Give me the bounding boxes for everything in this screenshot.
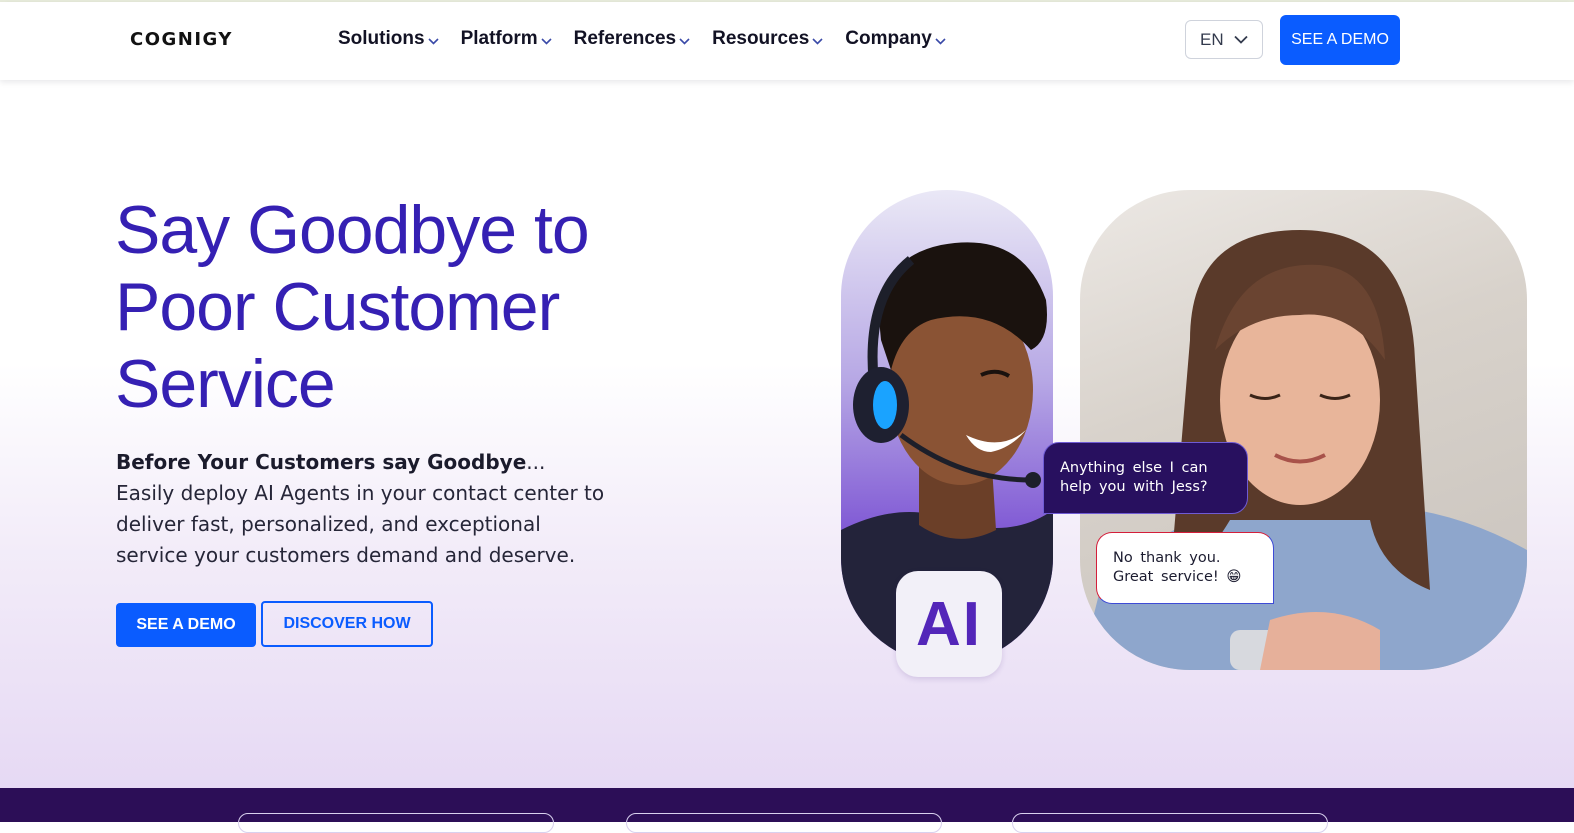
site-header: COGNIGY Solutions Platform References Re… [0, 2, 1574, 80]
hero-lead: Before Your Customers say Goodbye... Eas… [116, 447, 606, 571]
nav-label: Resources [712, 28, 810, 49]
chat-bubble-bot: Anything else I can help you with Jess? [1043, 442, 1248, 514]
nav-label: Company [845, 28, 932, 49]
chat-bubble-user: No thank you. Great service! 😁 [1096, 532, 1274, 604]
chevron-down-icon [679, 37, 690, 45]
main-nav: Solutions Platform References Resources … [338, 28, 968, 50]
discover-how-button[interactable]: DISCOVER HOW [261, 601, 433, 647]
nav-references[interactable]: References [574, 28, 690, 50]
see-demo-button[interactable]: SEE A DEMO [116, 603, 256, 647]
nav-company[interactable]: Company [845, 28, 946, 50]
chat-bot-line: help you with Jess? [1060, 479, 1208, 495]
nav-platform[interactable]: Platform [461, 28, 552, 50]
language-value: EN [1200, 29, 1224, 49]
nav-resources[interactable]: Resources [712, 28, 823, 50]
hero-headline: Say Goodbye to Poor Customer Service [115, 192, 590, 422]
chevron-down-icon [541, 37, 552, 45]
language-select[interactable]: EN [1185, 20, 1263, 59]
chevron-down-icon [812, 37, 823, 45]
logo-band [0, 788, 1574, 833]
chevron-down-icon [935, 37, 946, 45]
chat-user-line: Great service! 😁 [1113, 569, 1242, 585]
chat-bot-line: Anything else I can [1060, 460, 1208, 476]
hero-lead-bold: Before Your Customers say Goodbye [116, 450, 527, 474]
cognigy-logo[interactable]: COGNIGY [130, 29, 233, 50]
nav-label: Solutions [338, 28, 425, 49]
band-card [1012, 813, 1328, 833]
band-card [238, 813, 554, 833]
chevron-down-icon [1234, 35, 1248, 44]
chat-user-line: No thank you. [1113, 550, 1221, 566]
ai-badge: AI [896, 571, 1002, 677]
ai-badge-text: AI [916, 589, 982, 659]
header-demo-button[interactable]: SEE A DEMO [1280, 15, 1400, 65]
nav-label: Platform [460, 28, 538, 49]
nav-solutions[interactable]: Solutions [338, 28, 439, 50]
chevron-down-icon [427, 37, 439, 45]
nav-label: References [573, 28, 677, 49]
band-card [626, 813, 942, 833]
